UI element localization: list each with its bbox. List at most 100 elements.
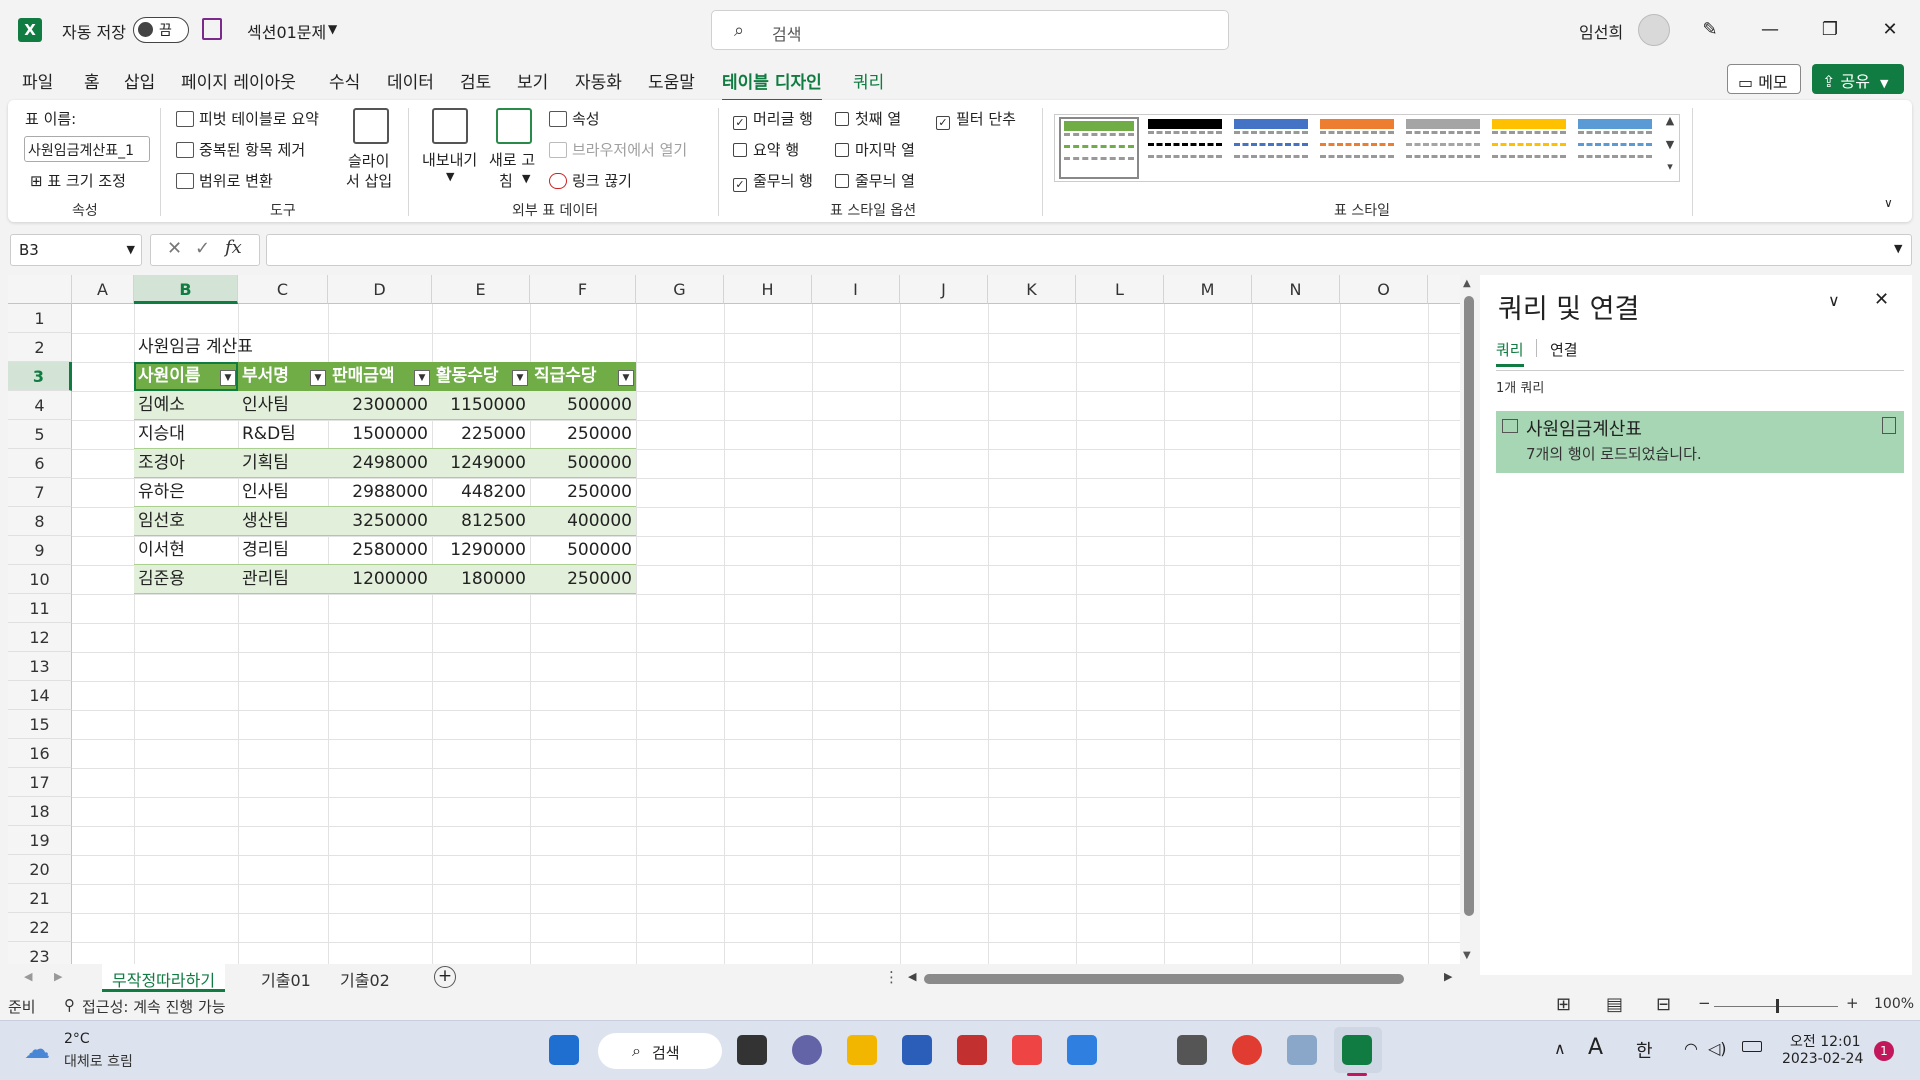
slicer-label-1[interactable]: 슬라이 — [348, 150, 389, 171]
enter-icon[interactable]: ✓ — [195, 238, 210, 259]
resize-table-button[interactable]: ⊞ 표 크기 조정 — [30, 170, 126, 191]
column-header[interactable]: L — [1076, 275, 1164, 304]
expand-formula-icon[interactable]: ▼ — [1894, 242, 1902, 255]
formula-input[interactable] — [266, 234, 1912, 266]
close-icon[interactable]: ✕ — [1870, 14, 1910, 46]
row-header[interactable]: 4 — [8, 391, 72, 420]
tab-queries[interactable]: 쿼리 — [1496, 339, 1524, 367]
refresh-icon[interactable] — [496, 108, 532, 144]
chevron-down-icon[interactable]: ∨ — [1828, 291, 1840, 310]
tab-automate[interactable]: 자동화 — [575, 68, 622, 99]
remove-duplicates-button[interactable]: 중복된 항목 제거 — [176, 139, 305, 160]
ime-han[interactable]: 한 — [1636, 1037, 1653, 1063]
table-cell[interactable]: 2580000 — [328, 536, 432, 565]
more-icon[interactable]: ⋮ — [884, 968, 899, 986]
tab-file[interactable]: 파일 — [22, 68, 53, 99]
row-header[interactable]: 20 — [8, 855, 72, 884]
table-cell[interactable]: 기획팀 — [238, 449, 328, 478]
table-header-cell[interactable]: 부서명 ▼ — [238, 362, 328, 391]
column-header[interactable]: I — [812, 275, 900, 304]
close-icon[interactable]: ✕ — [1874, 289, 1889, 310]
row-header[interactable]: 1 — [8, 304, 72, 333]
weather-icon[interactable]: ☁ — [24, 1035, 50, 1065]
horizontal-scroll-thumb[interactable] — [924, 974, 1404, 984]
table-cell[interactable]: 400000 — [530, 507, 636, 536]
sheet-tab[interactable]: 기출01 — [251, 964, 321, 992]
filter-dropdown-icon[interactable]: ▼ — [414, 370, 430, 386]
sheet-tab[interactable]: 기출02 — [330, 964, 400, 992]
row-header[interactable]: 2 — [8, 333, 72, 362]
clock-date[interactable]: 2023-02-24 — [1782, 1051, 1863, 1067]
tab-data[interactable]: 데이터 — [387, 68, 434, 99]
tab-table-design[interactable]: 테이블 디자인 — [722, 68, 822, 102]
battery-icon[interactable] — [1742, 1041, 1762, 1052]
select-all-corner[interactable] — [8, 275, 72, 304]
more-styles-icon[interactable]: ▾ — [1662, 160, 1678, 182]
row-header[interactable]: 19 — [8, 826, 72, 855]
tab-connections[interactable]: 연결 — [1550, 339, 1578, 360]
table-cell[interactable]: 225000 — [432, 420, 530, 449]
table-cell[interactable]: 2498000 — [328, 449, 432, 478]
row-header[interactable]: 10 — [8, 565, 72, 594]
row-header[interactable]: 5 — [8, 420, 72, 449]
tab-home[interactable]: 홈 — [84, 68, 100, 99]
table-cell[interactable]: 500000 — [530, 536, 636, 565]
magnifier-icon[interactable] — [1287, 1035, 1317, 1065]
column-header[interactable]: M — [1164, 275, 1252, 304]
column-header[interactable]: O — [1340, 275, 1428, 304]
tab-insert[interactable]: 삽입 — [124, 68, 155, 99]
tab-view[interactable]: 보기 — [517, 68, 548, 99]
column-header[interactable]: F — [530, 275, 636, 304]
autosave-toggle[interactable]: 끔 — [133, 17, 189, 43]
filter-dropdown-icon[interactable]: ▼ — [618, 370, 634, 386]
unlink-button[interactable]: 링크 끊기 — [549, 170, 632, 191]
row-header[interactable]: 21 — [8, 884, 72, 913]
style-swatch[interactable] — [1317, 117, 1397, 179]
add-sheet-icon[interactable]: + — [434, 966, 456, 988]
column-header[interactable]: E — [432, 275, 530, 304]
avatar[interactable] — [1638, 14, 1670, 46]
save-icon[interactable] — [202, 18, 222, 40]
export-label[interactable]: 내보내기 — [422, 149, 477, 170]
sheet-title[interactable]: 사원임금 계산표 — [134, 333, 434, 362]
app-icon[interactable] — [957, 1035, 987, 1065]
tab-review[interactable]: 검토 — [460, 68, 491, 99]
total-row-checkbox[interactable]: 요약 행 — [733, 139, 799, 160]
row-header[interactable]: 11 — [8, 594, 72, 623]
refresh-label-2[interactable]: 침 — [499, 170, 513, 191]
row-header[interactable]: 15 — [8, 710, 72, 739]
column-header[interactable]: P — [1428, 275, 1460, 304]
filter-dropdown-icon[interactable]: ▼ — [512, 370, 528, 386]
chevron-up-icon[interactable]: ∧ — [1554, 1039, 1566, 1058]
table-header-cell[interactable]: 판매금액 ▼ — [328, 362, 432, 391]
row-header[interactable]: 7 — [8, 478, 72, 507]
style-swatch[interactable] — [1575, 117, 1655, 179]
search-box[interactable]: ⌕ 검색 — [711, 10, 1229, 50]
file-explorer-icon[interactable] — [847, 1035, 877, 1065]
filter-dropdown-icon[interactable]: ▼ — [220, 370, 236, 386]
banded-columns-checkbox[interactable]: 줄무늬 열 — [835, 170, 915, 191]
collapse-ribbon-icon[interactable]: ∨ — [1884, 196, 1893, 210]
notification-badge[interactable]: 1 — [1874, 1041, 1894, 1061]
spreadsheet-grid[interactable]: ABCDEFGHIJKLMNOP123456789101112131415161… — [8, 275, 1460, 965]
style-swatch[interactable] — [1489, 117, 1569, 179]
store-icon[interactable] — [902, 1035, 932, 1065]
row-header[interactable]: 17 — [8, 768, 72, 797]
column-header[interactable]: J — [900, 275, 988, 304]
table-cell[interactable]: 유하은 — [134, 478, 238, 507]
column-header[interactable]: B — [134, 275, 238, 304]
chat-icon[interactable] — [792, 1035, 822, 1065]
row-header[interactable]: 12 — [8, 623, 72, 652]
table-cell[interactable]: 1290000 — [432, 536, 530, 565]
first-column-checkbox[interactable]: 첫째 열 — [835, 108, 901, 129]
restore-icon[interactable]: ❐ — [1810, 14, 1850, 46]
table-cell[interactable]: 임선호 — [134, 507, 238, 536]
row-header[interactable]: 23 — [8, 942, 72, 965]
notepad-icon[interactable] — [1067, 1035, 1097, 1065]
table-header-cell[interactable]: 활동수당 ▼ — [432, 362, 530, 391]
column-header[interactable]: K — [988, 275, 1076, 304]
chrome-icon[interactable] — [1232, 1035, 1262, 1065]
table-cell[interactable]: 1500000 — [328, 420, 432, 449]
memo-button[interactable]: ▭ 메모 — [1727, 64, 1801, 94]
table-cell[interactable]: 생산팀 — [238, 507, 328, 536]
